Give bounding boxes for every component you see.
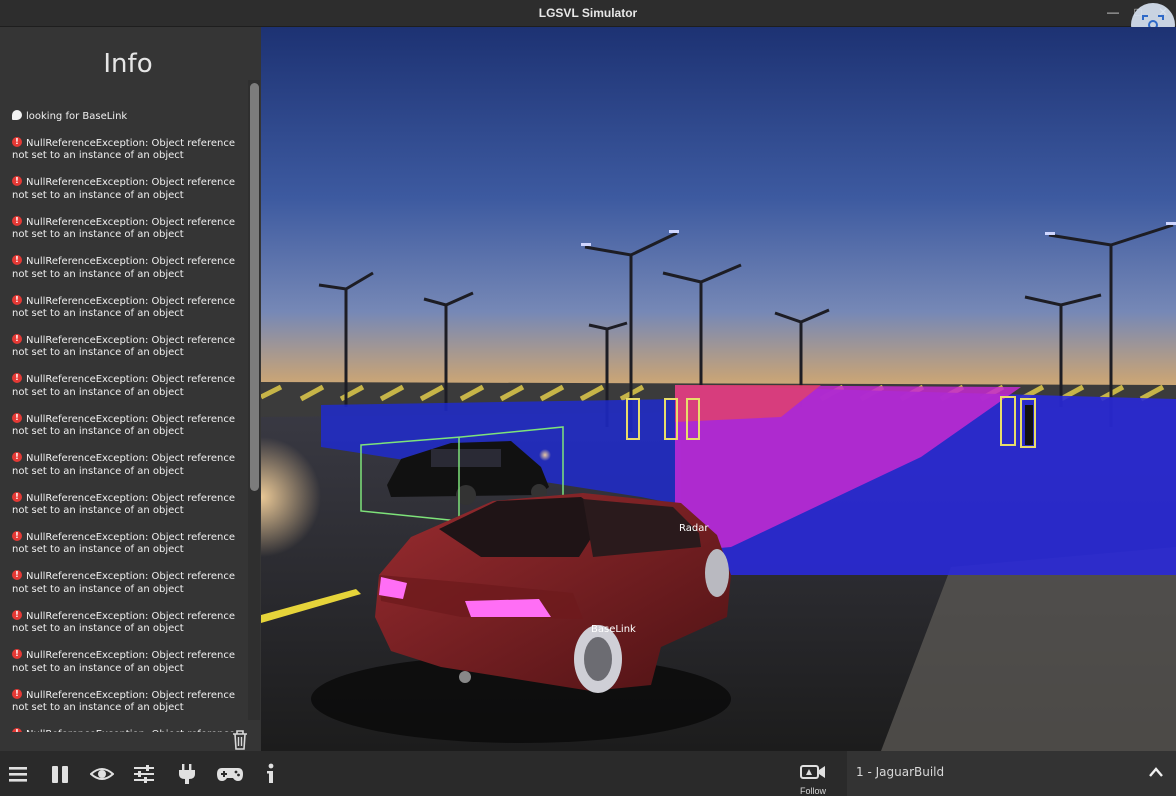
log-entry-text: NullReferenceException: Object reference…	[12, 374, 235, 398]
log-entry-text: NullReferenceException: Object reference…	[12, 729, 235, 732]
log-entry: NullReferenceException: Object reference…	[12, 609, 244, 636]
error-icon	[12, 215, 22, 227]
error-icon	[12, 294, 22, 306]
error-icon	[12, 491, 22, 503]
log-entry-text: NullReferenceException: Object reference…	[12, 453, 235, 477]
log-scrollbar-thumb[interactable]	[250, 83, 259, 491]
log-entry: NullReferenceException: Object reference…	[12, 569, 244, 596]
log-entry-text: NullReferenceException: Object reference…	[12, 492, 235, 517]
info-panel: Info looking for BaseLink NullReferenceEx…	[0, 27, 261, 751]
video-camera-icon	[800, 765, 825, 779]
error-icon	[12, 333, 22, 345]
log-entry: NullReferenceException: Object reference…	[12, 215, 244, 242]
simulation-viewport[interactable]: Radar BaseLink	[261, 27, 1176, 751]
log-entry-text: NullReferenceException: Object reference…	[12, 177, 235, 201]
vehicle-dropdown[interactable]: 1 - JaguarBuild	[847, 751, 1176, 796]
error-icon	[12, 175, 22, 188]
error-icon	[12, 451, 22, 464]
gamepad-icon	[217, 768, 243, 781]
controls-button[interactable]	[216, 763, 244, 785]
chevron-up-icon	[1149, 767, 1163, 777]
info-button[interactable]	[263, 763, 279, 785]
log-entry: NullReferenceException: Object reference…	[12, 530, 244, 557]
window-titlebar: LGSVL Simulator — □ ✕	[0, 0, 1176, 27]
pause-button[interactable]	[49, 763, 71, 785]
log-entry: NullReferenceException: Object reference…	[12, 451, 244, 478]
log-entry-text: looking for BaseLink	[26, 111, 128, 122]
menu-button[interactable]	[7, 763, 29, 785]
error-icon	[12, 727, 22, 732]
log-entry-text: NullReferenceException: Object reference…	[12, 295, 235, 320]
error-icon	[12, 530, 22, 542]
camera-mode-button[interactable]: Follow	[794, 764, 832, 796]
info-panel-title: Info	[103, 49, 153, 79]
radar-label: Radar	[679, 523, 709, 534]
log-entry-text: NullReferenceException: Object reference…	[12, 256, 235, 280]
baselink-label: BaseLink	[591, 624, 636, 635]
bottom-toolbar: Follow 1 - JaguarBuild	[0, 751, 1176, 796]
log-entry-text: NullReferenceException: Object reference…	[12, 138, 235, 162]
log-entry-text: NullReferenceException: Object reference…	[12, 610, 235, 635]
vehicle-dropdown-value: 1 - JaguarBuild	[856, 765, 945, 779]
log-entry: NullReferenceException: Object reference…	[12, 136, 244, 163]
error-icon	[12, 372, 22, 385]
pedestrian	[1025, 405, 1033, 445]
log-entry: NullReferenceException: Object reference…	[12, 254, 244, 281]
menu-icon	[9, 767, 27, 782]
log-entry-text: NullReferenceException: Object reference…	[12, 571, 235, 595]
window-title: LGSVL Simulator	[538, 6, 638, 20]
error-icon	[12, 648, 22, 661]
message-icon	[12, 110, 22, 120]
log-entry-text: NullReferenceException: Object reference…	[12, 689, 235, 714]
trash-icon	[233, 730, 247, 750]
log-entry: looking for BaseLink	[12, 110, 244, 123]
error-icon	[12, 254, 22, 267]
settings-sliders-icon	[134, 765, 154, 783]
settings-button[interactable]	[133, 763, 155, 785]
log-entry: NullReferenceException: Object reference…	[12, 648, 244, 675]
visibility-icon	[89, 768, 115, 780]
log-entry: NullReferenceException: Object reference…	[12, 333, 244, 360]
error-icon	[12, 412, 22, 424]
log-entry: NullReferenceException: Object reference…	[12, 688, 244, 715]
log-entry: NullReferenceException: Object reference…	[12, 412, 244, 439]
log-entry: NullReferenceException: Object reference…	[12, 175, 244, 202]
pause-icon	[52, 766, 68, 783]
error-icon	[12, 569, 22, 582]
log-entry-text: NullReferenceException: Object reference…	[12, 413, 235, 438]
visibility-button[interactable]	[89, 763, 115, 785]
tail-light-right	[465, 599, 551, 617]
info-icon	[267, 763, 274, 783]
error-icon	[12, 609, 22, 621]
plug-icon	[179, 764, 195, 784]
log-entry-text: NullReferenceException: Object reference…	[12, 335, 235, 359]
log-entry: NullReferenceException: Object reference…	[12, 294, 244, 321]
log-entry: NullReferenceException: Object reference…	[12, 491, 244, 518]
log-entry: NullReferenceException: Object reference…	[12, 727, 244, 732]
camera-mode-label: Follow	[799, 786, 826, 796]
log-entry-text: NullReferenceException: Object reference…	[12, 650, 235, 674]
bridge-connect-button[interactable]	[176, 763, 198, 785]
minimize-button[interactable]: —	[1106, 5, 1120, 19]
error-icon	[12, 688, 22, 700]
log-entry-text: NullReferenceException: Object reference…	[12, 532, 235, 556]
log-entry-text: NullReferenceException: Object reference…	[12, 216, 235, 241]
error-icon	[12, 136, 22, 148]
sky	[261, 27, 1176, 407]
log-list: looking for BaseLink NullReferenceExcepti…	[12, 110, 244, 732]
log-entry: NullReferenceException: Object reference…	[12, 372, 244, 399]
